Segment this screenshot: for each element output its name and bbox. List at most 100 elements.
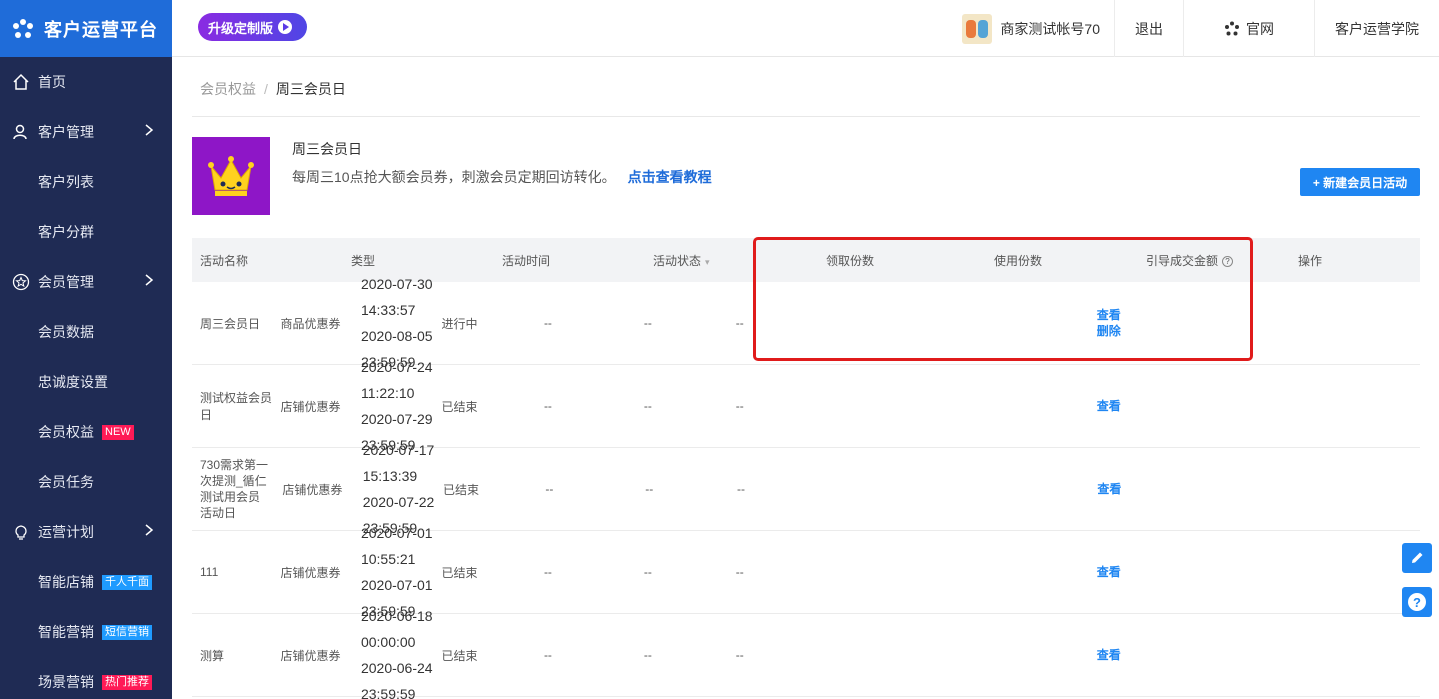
cell-name: 测算 (200, 648, 225, 663)
view-link[interactable]: 查看 (799, 481, 1420, 497)
home-icon (12, 73, 30, 91)
avatar (962, 13, 993, 44)
cell-ops: 查看 (798, 564, 1420, 580)
col-header-ops: 操作 (1298, 253, 1323, 268)
cell-ops: 查看 (798, 398, 1420, 414)
sidebar-item-loyalty-settings[interactable]: 忠诚度设置 (0, 357, 172, 407)
upgrade-button[interactable]: 升级定制版 (198, 13, 307, 41)
cell-type: 商品优惠券 (280, 316, 341, 331)
sidebar-item-customer-list[interactable]: 客户列表 (0, 157, 172, 207)
sidebar-item-smart-store[interactable]: 智能店铺 千人千面 (0, 557, 172, 607)
divider (192, 116, 1420, 117)
brand-title: 客户运营平台 (44, 19, 158, 40)
breadcrumb-current: 周三会员日 (275, 81, 346, 97)
edit-icon[interactable] (1402, 543, 1432, 573)
activity-title: 周三会员日 (292, 141, 362, 157)
table-row: 测算 店铺优惠券 2020-06-18 00:00:00 2020-06-24 2… (192, 608, 1420, 699)
view-link[interactable]: 查看 (798, 647, 1420, 663)
cell-amount: -- (735, 648, 744, 662)
start-time: 2020-07-24 11:22:10 (360, 359, 433, 401)
cell-status: 已结束 (441, 399, 478, 414)
sidebar-item-label: 智能营销 (38, 624, 94, 640)
chevron-right-icon (144, 523, 154, 540)
cell-type: 店铺优惠券 (280, 565, 341, 580)
start-time: 2020-07-30 14:33:57 (360, 276, 433, 318)
sidebar-item-member-management[interactable]: 会员管理 (0, 257, 172, 307)
cell-used: -- (643, 565, 652, 579)
end-time: 2020-06-24 23:59:59 (360, 660, 433, 699)
help-icon[interactable]: ? (1402, 587, 1432, 617)
help-glyph: ? (1408, 593, 1426, 611)
sidebar-item-home[interactable]: 首页 (0, 57, 172, 107)
sidebar-item-customer-management[interactable]: 客户管理 (0, 107, 172, 157)
view-link[interactable]: 查看 (798, 398, 1420, 414)
sidebar-item-label: 会员管理 (38, 274, 94, 290)
official-site-link[interactable]: 官网 (1183, 0, 1314, 57)
col-header-type: 类型 (351, 253, 376, 268)
sidebar-item-customer-group[interactable]: 客户分群 (0, 207, 172, 257)
sidebar-item-label: 会员数据 (38, 324, 94, 340)
badge: 短信营销 (102, 624, 152, 640)
col-header-time: 活动时间 (502, 253, 551, 268)
sidebar-item-operation-plan[interactable]: 运营计划 (0, 507, 172, 557)
badge: 热门推荐 (102, 674, 152, 690)
user-icon (12, 123, 30, 141)
sidebar-item-label: 场景营销 (38, 674, 94, 690)
breadcrumb: 会员权益 / 周三会员日 (200, 79, 346, 99)
sidebar-item-label: 忠诚度设置 (38, 374, 108, 390)
sidebar-item-label: 智能店铺 (38, 574, 94, 590)
cell-claimed: -- (543, 565, 552, 579)
cell-amount: -- (735, 565, 744, 579)
start-time: 2020-07-17 15:13:39 (362, 442, 435, 484)
table-row: 测试权益会员日 店铺优惠券 2020-07-24 11:22:10 2020-07… (192, 359, 1420, 453)
view-link[interactable]: 查看 (798, 564, 1420, 580)
col-header-name: 活动名称 (200, 253, 249, 268)
cell-type: 店铺优惠券 (280, 648, 341, 663)
sidebar-item-smart-marketing[interactable]: 智能营销 短信营销 (0, 607, 172, 657)
official-site-label: 官网 (1246, 20, 1274, 37)
cell-time: 2020-06-18 00:00:00 2020-06-24 23:59:59 (353, 603, 433, 699)
cell-used: -- (643, 399, 652, 413)
breadcrumb-separator: / (264, 81, 268, 97)
sidebar-item-scene-marketing[interactable]: 场景营销 热门推荐 (0, 657, 172, 699)
cell-claimed: -- (545, 482, 554, 496)
cell-claimed: -- (543, 648, 552, 662)
cell-claimed: -- (543, 399, 552, 413)
sidebar-item-member-data[interactable]: 会员数据 (0, 307, 172, 357)
new-member-day-button[interactable]: + 新建会员日活动 (1300, 168, 1420, 196)
sidebar-item-member-tasks[interactable]: 会员任务 (0, 457, 172, 507)
sidebar-item-label: 会员任务 (38, 474, 94, 490)
brand[interactable]: 客户运营平台 (0, 0, 172, 57)
new-badge: NEW (102, 424, 134, 440)
tutorial-link[interactable]: 点击查看教程 (628, 169, 712, 185)
official-site-icon (1224, 21, 1240, 37)
academy-label: 客户运营学院 (1335, 20, 1419, 37)
cell-used: -- (645, 482, 654, 496)
star-icon (12, 273, 30, 291)
start-time: 2020-07-01 10:55:21 (360, 525, 433, 567)
col-header-status-label: 活动状态 (653, 253, 702, 268)
account-menu[interactable]: 商家测试帐号70 (942, 0, 1114, 57)
cell-status: 已结束 (441, 565, 478, 580)
table-row: 730需求第一次提测_循仁测试用会员活动日 店铺优惠券 2020-07-17 1… (192, 442, 1420, 536)
sidebar-item-label: 客户分群 (38, 224, 94, 240)
sidebar-item-label: 运营计划 (38, 524, 94, 540)
play-icon (278, 20, 293, 34)
cell-name: 730需求第一次提测_循仁测试用会员活动日 (200, 458, 269, 520)
cell-status: 已结束 (441, 648, 478, 663)
sidebar-item-member-benefits[interactable]: 会员权益 NEW (0, 407, 172, 457)
breadcrumb-parent[interactable]: 会员权益 (200, 81, 256, 97)
academy-link[interactable]: 客户运营学院 (1314, 0, 1439, 57)
bulb-icon (12, 523, 30, 541)
crown-icon (192, 137, 270, 215)
chevron-right-icon (144, 273, 154, 290)
logout-link[interactable]: 退出 (1114, 0, 1183, 57)
sidebar-item-label: 客户列表 (38, 174, 94, 190)
cell-type: 店铺优惠券 (282, 482, 343, 497)
brand-logo-icon (12, 18, 34, 40)
cell-claimed: -- (543, 316, 552, 330)
top-header: 升级定制版 商家测试帐号70 退出 官网 客户运营学院 (172, 0, 1439, 57)
chevron-down-icon: ▾ (705, 256, 710, 267)
cell-ops: 查看 (799, 481, 1420, 497)
logout-label: 退出 (1135, 20, 1163, 37)
